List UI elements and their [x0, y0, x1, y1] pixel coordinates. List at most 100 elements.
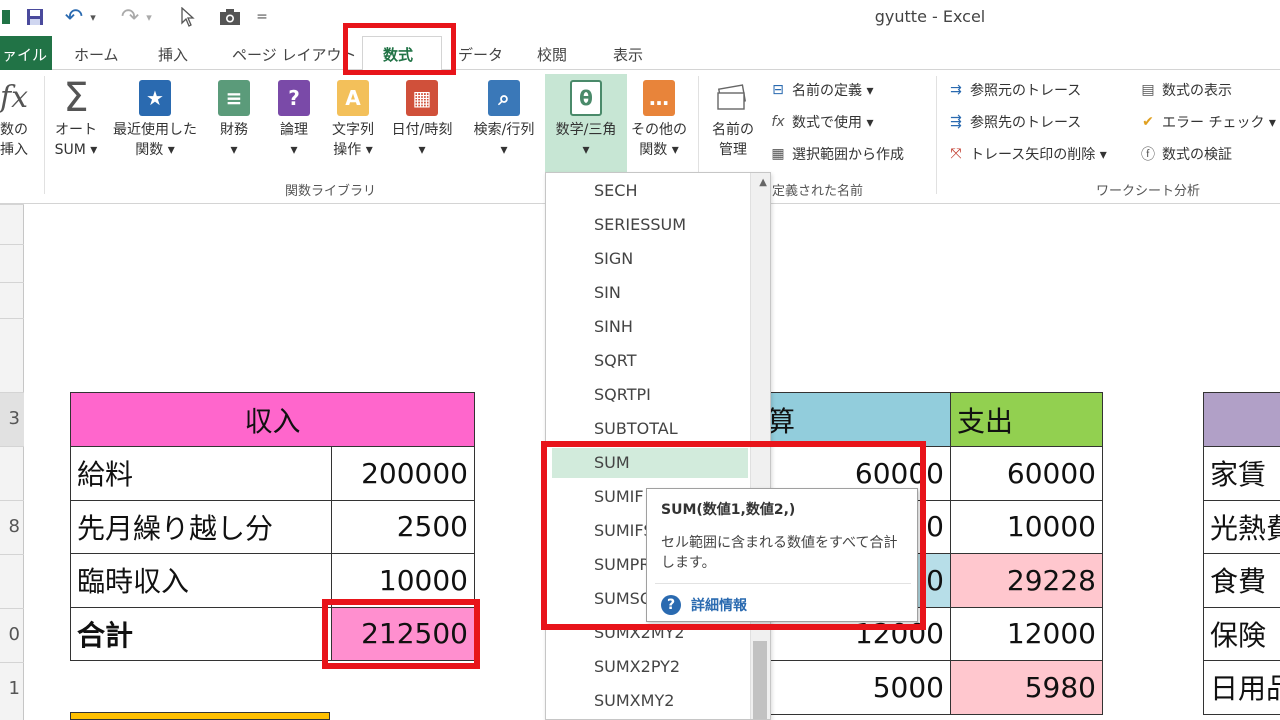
more-label-2: 関数 ▾: [639, 142, 679, 158]
define-name-label: 名前の定義 ▾: [792, 83, 874, 99]
row-header[interactable]: [0, 446, 24, 500]
trace-dependents-button[interactable]: ⇶ 参照先のトレース: [946, 112, 1081, 132]
income-label-cell[interactable]: 先月繰り越し分: [70, 499, 332, 554]
scroll-thumb[interactable]: [753, 641, 767, 719]
logical-label-1: 論理: [280, 122, 308, 138]
income-value-cell[interactable]: 200000: [331, 446, 475, 501]
row-header[interactable]: 0: [0, 608, 24, 662]
error-checking-button[interactable]: ✔ エラー チェック ▾: [1138, 112, 1276, 132]
category-cell[interactable]: 日用品: [1202, 660, 1280, 715]
autosum-button[interactable]: Σ オート SUM ▾: [48, 78, 104, 160]
budget-value-cell[interactable]: 5000: [760, 660, 951, 715]
date-time-button[interactable]: ▦ 日付/時刻 ▾: [382, 78, 462, 160]
row-header[interactable]: [0, 204, 24, 244]
text-book-icon: A: [334, 78, 372, 118]
title-bar: ↶ ▾ ↷ ▾ = gyutte - Excel: [0, 0, 1280, 36]
category-cell[interactable]: 家賃: [1202, 446, 1280, 501]
function-item-sumxmy2[interactable]: SUMXMY2: [552, 686, 748, 716]
function-item-sech[interactable]: SECH: [552, 176, 748, 206]
row-header[interactable]: [0, 244, 24, 282]
use-in-formula-button[interactable]: fx 数式で使用 ▾: [768, 112, 873, 132]
tab-view[interactable]: 表示: [613, 44, 643, 65]
create-from-selection-label: 選択範囲から作成: [792, 147, 904, 163]
recent-label-2: 関数 ▾: [135, 142, 175, 158]
coins-icon: ≡: [215, 78, 253, 118]
show-formulas-button[interactable]: ▤ 数式の表示: [1138, 80, 1232, 100]
trace-dependents-icon: ⇶: [950, 114, 962, 130]
spent-value-cell[interactable]: 10000: [950, 499, 1103, 554]
function-item-sin[interactable]: SIN: [552, 278, 748, 308]
evaluate-formula-button[interactable]: ⓕ 数式の検証: [1138, 144, 1232, 164]
total-cell-highlight-box: [322, 599, 480, 669]
define-name-button[interactable]: ⊟ 名前の定義 ▾: [768, 80, 873, 100]
autosum-label-2: SUM ▾: [54, 142, 98, 158]
grid-icon: ▦: [771, 146, 785, 162]
math-trig-button[interactable]: θ 数学/三角 ▾: [545, 74, 627, 172]
income-value-cell[interactable]: 2500: [331, 499, 475, 554]
remove-arrows-icon: ⤧: [950, 146, 962, 162]
show-formulas-icon: ▤: [1141, 82, 1155, 98]
insert-function-button[interactable]: fx 数の 挿入: [0, 78, 34, 160]
trace-precedents-button[interactable]: ⇉ 参照元のトレース: [946, 80, 1081, 100]
tab-home[interactable]: ホーム: [74, 44, 119, 65]
theta-book-icon: θ: [567, 78, 605, 118]
math-label-2: ▾: [582, 142, 590, 158]
insert-function-label-2: 挿入: [0, 142, 28, 158]
row-header[interactable]: [0, 554, 24, 608]
scroll-up-arrow-icon[interactable]: ▲: [759, 177, 767, 188]
datetime-label-1: 日付/時刻: [391, 122, 453, 138]
tab-file[interactable]: ァイル: [0, 36, 52, 70]
income-label-cell[interactable]: 臨時収入: [70, 553, 332, 608]
tab-review[interactable]: 校閲: [537, 44, 567, 65]
category-cell[interactable]: 光熱費: [1202, 499, 1280, 554]
tab-insert[interactable]: 挿入: [158, 44, 188, 65]
tab-page-layout[interactable]: ページ レイアウト: [232, 44, 356, 65]
yellow-table-header[interactable]: [70, 712, 330, 720]
trace-dependents-label: 参照先のトレース: [970, 115, 1082, 131]
function-item-seriessum[interactable]: SERIESSUM: [552, 210, 748, 240]
sigma-icon: Σ: [63, 75, 89, 121]
row-header[interactable]: [0, 282, 24, 318]
row-header[interactable]: 1: [0, 662, 24, 720]
spent-value-cell[interactable]: 29228: [950, 553, 1103, 608]
category-header-cell[interactable]: [1202, 392, 1280, 447]
row-header[interactable]: 3: [0, 392, 24, 446]
spent-header-cell[interactable]: 支出: [950, 392, 1103, 447]
tab-data[interactable]: データ: [458, 44, 503, 65]
more-functions-button[interactable]: … その他の 関数 ▾: [628, 78, 690, 160]
spent-value-cell[interactable]: 5980: [950, 660, 1103, 715]
income-label-cell[interactable]: 給料: [70, 446, 332, 501]
recently-used-button[interactable]: ★ 最近使用した 関数 ▾: [106, 78, 204, 160]
text-button[interactable]: A 文字列 操作 ▾: [326, 78, 380, 160]
function-item-subtotal[interactable]: SUBTOTAL: [552, 414, 748, 444]
category-cell[interactable]: 保険: [1202, 606, 1280, 661]
remove-arrows-button[interactable]: ⤧ トレース矢印の削除 ▾: [946, 144, 1106, 164]
function-item-sinh[interactable]: SINH: [552, 312, 748, 342]
category-cell[interactable]: 食費: [1202, 553, 1280, 608]
use-in-formula-label: 数式で使用 ▾: [792, 115, 874, 131]
text-label-1: 文字列: [332, 122, 374, 138]
financial-button[interactable]: ≡ 財務 ▾: [206, 78, 262, 160]
function-item-sumx2py2[interactable]: SUMX2PY2: [552, 652, 748, 682]
row-header[interactable]: 8: [0, 500, 24, 554]
create-from-selection-button[interactable]: ▦ 選択範囲から作成: [768, 144, 904, 164]
function-item-sqrtpi[interactable]: SQRTPI: [552, 380, 748, 410]
table-row: 日用品: [1202, 660, 1280, 715]
income-total-label-cell[interactable]: 合計: [70, 606, 332, 661]
budget-header-cell[interactable]: 算: [760, 392, 951, 447]
function-item-sqrt[interactable]: SQRT: [552, 346, 748, 376]
row-header[interactable]: [0, 318, 24, 354]
spent-value-cell[interactable]: 12000: [950, 606, 1103, 661]
lookup-reference-button[interactable]: ⌕ 検索/行列 ▾: [464, 78, 544, 160]
name-manager-button[interactable]: 名前の 管理: [704, 78, 762, 160]
window-title: gyutte - Excel: [874, 7, 986, 26]
function-item-sign[interactable]: SIGN: [552, 244, 748, 274]
income-header-cell[interactable]: 収入: [70, 392, 475, 447]
group-label-defined-names: 定義された名前: [772, 184, 864, 199]
insert-function-label-1: 数の: [0, 122, 28, 138]
logical-button[interactable]: ? 論理 ▾: [266, 78, 322, 160]
spent-value-cell[interactable]: 60000: [950, 446, 1103, 501]
lookup-label-2: ▾: [500, 142, 508, 158]
text-label-2: 操作 ▾: [333, 142, 373, 158]
table-row: 保険: [1202, 606, 1280, 661]
